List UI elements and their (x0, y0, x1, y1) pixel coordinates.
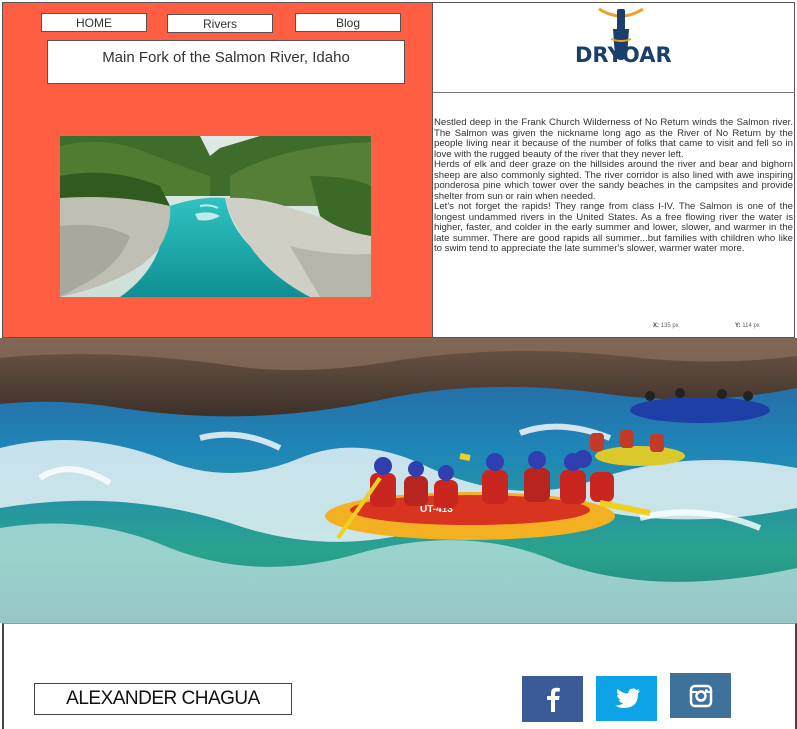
right-panel: DRYOAR Nestled deep in the Frank Church … (433, 2, 795, 338)
logo-area: DRYOAR (433, 3, 795, 93)
instagram-button[interactable] (670, 673, 731, 718)
coordinate-x-readout: X: 135 px (653, 323, 679, 329)
footer: ALEXANDER CHAGUA (2, 623, 797, 729)
article-paragraph: Nestled deep in the Frank Church Wildern… (434, 117, 793, 160)
river-canyon-photo (60, 136, 371, 297)
coordinate-y-label: Y: (735, 323, 741, 329)
coordinate-x-value: 135 px (660, 323, 679, 329)
facebook-icon (546, 687, 560, 712)
article-paragraph: Let's not forget the rapids! They range … (434, 201, 793, 254)
coordinate-x-label: X: (653, 323, 659, 329)
article-paragraph: Herds of elk and deer graze on the hills… (434, 159, 793, 202)
nav-blog-button[interactable]: Blog (295, 13, 401, 32)
author-name: ALEXANDER CHAGUA (66, 688, 260, 709)
instagram-icon (689, 684, 712, 707)
logo-text: DRYOAR (575, 43, 672, 67)
left-panel: HOME Rivers Blog Main Fork of the Salmon… (2, 2, 433, 338)
dryoar-logo[interactable]: DRYOAR (575, 5, 672, 73)
nav-rivers-button[interactable]: Rivers (167, 14, 273, 33)
page-title: Main Fork of the Salmon River, Idaho (102, 49, 350, 66)
twitter-button[interactable] (596, 676, 657, 721)
facebook-button[interactable] (522, 676, 583, 722)
nav-home-button[interactable]: HOME (41, 13, 147, 32)
page-title-box: Main Fork of the Salmon River, Idaho (47, 40, 405, 84)
article-text: Nestled deep in the Frank Church Wildern… (434, 117, 793, 255)
rafting-banner-photo: UT-413 (0, 338, 797, 623)
coordinate-y-readout: Y: 114 px (735, 323, 760, 329)
twitter-icon (614, 688, 640, 708)
author-name-box: ALEXANDER CHAGUA (34, 683, 292, 715)
coordinate-y-value: 114 px (742, 323, 760, 329)
